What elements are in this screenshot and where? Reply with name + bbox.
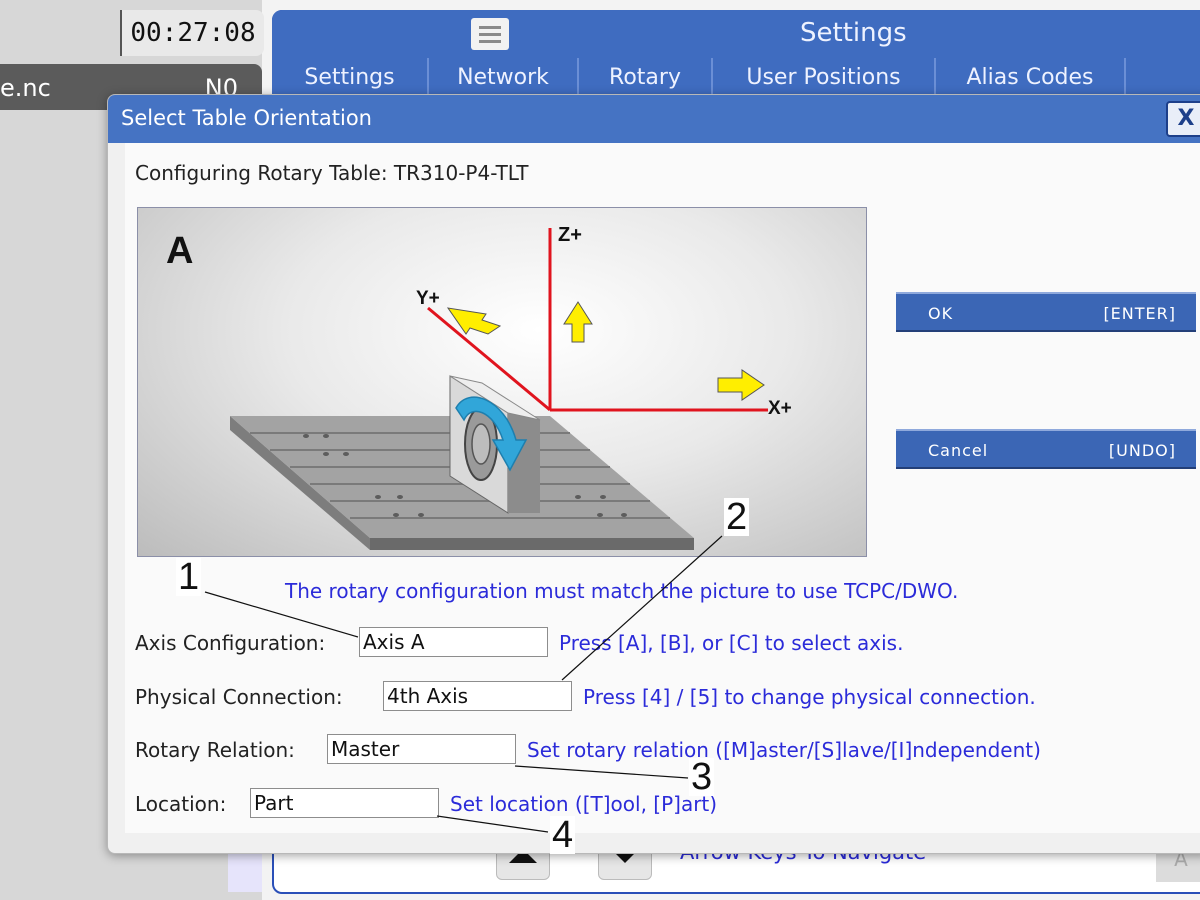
location-label: Location:	[135, 792, 227, 816]
tcpc-info-message: The rotary configuration must match the …	[285, 579, 959, 603]
table-front	[370, 538, 694, 550]
rotary-relation-field[interactable]: Master	[327, 734, 516, 764]
view-letter: A	[166, 230, 194, 272]
tab-alias-codes[interactable]: Alias Codes	[936, 58, 1126, 96]
z-direction-arrow-icon	[563, 301, 593, 343]
callout-4: 4	[550, 814, 576, 856]
settings-title: Settings	[800, 18, 907, 48]
cancel-button[interactable]: Cancel [UNDO]	[896, 429, 1196, 469]
configuring-table-label: Configuring Rotary Table: TR310-P4-TLT	[135, 161, 529, 185]
hamburger-menu-icon[interactable]	[471, 18, 509, 50]
physical-connection-label: Physical Connection:	[135, 685, 343, 709]
close-icon[interactable]: X	[1166, 101, 1200, 137]
cancel-button-label: Cancel	[928, 441, 989, 460]
select-table-orientation-dialog: Select Table Orientation X Configuring R…	[107, 94, 1200, 854]
physical-connection-hint: Press [4] / [5] to change physical conne…	[583, 685, 1036, 709]
z-axis-label: Z+	[558, 224, 582, 246]
x-direction-arrow-icon	[717, 369, 765, 401]
rotary-relation-hint: Set rotary relation ([M]aster/[S]lave/[I…	[527, 738, 1041, 762]
axis-configuration-label: Axis Configuration:	[135, 631, 326, 655]
settings-header	[272, 10, 1200, 58]
axis-configuration-field[interactable]: Axis A	[359, 627, 548, 657]
ok-button-key: [ENTER]	[1103, 304, 1176, 323]
dialog-titlebar: Select Table Orientation X	[108, 95, 1200, 143]
y-axis-label: Y+	[416, 288, 440, 309]
rotary-relation-label: Rotary Relation:	[135, 738, 295, 762]
arrow-down-icon	[615, 853, 635, 863]
callout-3: 3	[689, 756, 715, 798]
ok-button-label: OK	[928, 304, 954, 323]
x-axis-label: X+	[768, 398, 792, 419]
cancel-button-key: [UNDO]	[1108, 441, 1176, 460]
physical-connection-field[interactable]: 4th Axis	[383, 681, 572, 711]
tab-user-positions[interactable]: User Positions	[713, 58, 936, 96]
ok-button[interactable]: OK [ENTER]	[896, 292, 1196, 332]
callout-1: 1	[176, 556, 202, 598]
axis-configuration-hint: Press [A], [B], or [C] to select axis.	[559, 631, 904, 655]
dialog-title: Select Table Orientation	[121, 106, 372, 130]
tab-network[interactable]: Network	[429, 58, 579, 96]
settings-tabs: Settings Network Rotary User Positions A…	[272, 58, 1200, 96]
location-hint: Set location ([T]ool, [P]art)	[450, 792, 718, 816]
cycle-timer: 00:27:08	[120, 10, 264, 56]
table-orientation-diagram: A Z+ Y+ X+	[137, 207, 867, 557]
program-name: e.nc	[0, 74, 51, 102]
location-field[interactable]: Part	[250, 788, 439, 818]
tab-more[interactable]	[1126, 58, 1200, 96]
tab-rotary[interactable]: Rotary	[579, 58, 713, 96]
tab-settings[interactable]: Settings	[272, 58, 429, 96]
status-indicator	[228, 852, 262, 892]
orientation-illustration	[230, 228, 768, 550]
callout-2: 2	[724, 496, 750, 538]
